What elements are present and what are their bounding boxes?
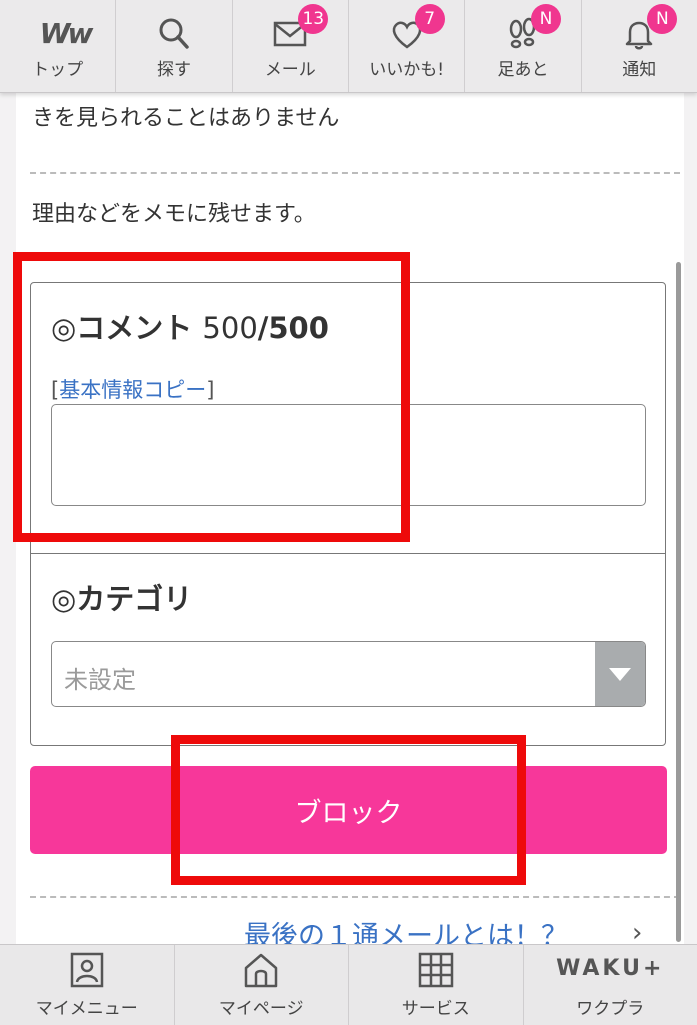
category-select[interactable]: 未設定 (51, 641, 646, 707)
profile-card-icon (68, 952, 106, 988)
nav-top-label: トップ (32, 55, 83, 80)
nav-service-label: サービス (402, 994, 470, 1019)
nav-search-label: 探す (157, 55, 191, 80)
panel-divider (31, 553, 665, 554)
grid-icon (417, 952, 455, 988)
chevron-down-icon[interactable] (595, 642, 645, 706)
mail-icon: 13 (272, 17, 308, 51)
nav-my-page[interactable]: マイページ (175, 945, 350, 1025)
bottom-navigation-bar: マイメニュー マイページ サービス WAKU+ ワクプラ (0, 944, 697, 1025)
notice-badge: N (647, 4, 677, 34)
nav-my-page-label: マイページ (219, 994, 304, 1019)
nav-wakupla[interactable]: WAKU+ ワクプラ (524, 945, 697, 1025)
ww-logo-text: Ww (40, 17, 91, 50)
last-mail-link[interactable]: 最後の１通メールとは！？ (244, 914, 568, 944)
category-title: ◎カテゴリ (51, 576, 192, 618)
nav-mail-label: メール (265, 55, 316, 80)
top-navigation-bar: Ww トップ 探す 13 メール 7 いいかも! N 足あと N (0, 0, 697, 93)
divider-dashed-bottom (30, 896, 680, 898)
ww-logo-icon: Ww (40, 17, 76, 51)
heart-icon: 7 (389, 17, 425, 51)
highlight-box-comment (13, 252, 410, 542)
scrollbar[interactable] (676, 262, 681, 942)
nav-notice[interactable]: N 通知 (582, 0, 697, 92)
nav-like[interactable]: 7 いいかも! (349, 0, 465, 92)
memo-hint-text: 理由などをメモに残せます。 (32, 196, 316, 228)
divider-dashed (30, 172, 680, 174)
search-icon (156, 17, 192, 51)
nav-mail[interactable]: 13 メール (233, 0, 349, 92)
nav-footprint[interactable]: N 足あと (465, 0, 581, 92)
waku-plus-logo: WAKU+ (556, 954, 664, 984)
bell-icon: N (621, 17, 657, 51)
nav-service[interactable]: サービス (349, 945, 524, 1025)
nav-footprint-label: 足あと (497, 55, 548, 80)
highlight-box-block-button (171, 735, 526, 885)
nav-wakupla-label: ワクプラ (576, 994, 644, 1019)
chevron-right-icon: › (632, 918, 642, 944)
nav-my-menu-label: マイメニュー (36, 994, 138, 1019)
nav-search[interactable]: 探す (116, 0, 232, 92)
nav-like-label: いいかも! (369, 55, 444, 80)
nav-my-menu[interactable]: マイメニュー (0, 945, 175, 1025)
footprint-badge: N (531, 4, 561, 34)
nav-top[interactable]: Ww トップ (0, 0, 116, 92)
like-badge: 7 (415, 4, 445, 34)
nav-notice-label: 通知 (622, 55, 656, 80)
footprint-icon: N (505, 17, 541, 51)
category-selected-value: 未設定 (64, 660, 136, 695)
intro-text: きを見られることはありません (32, 100, 339, 132)
mail-badge: 13 (298, 4, 328, 34)
home-icon (242, 952, 280, 988)
